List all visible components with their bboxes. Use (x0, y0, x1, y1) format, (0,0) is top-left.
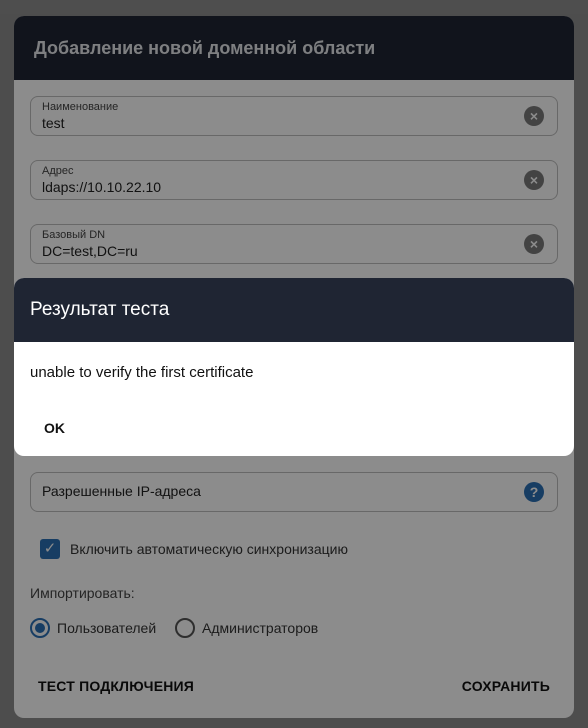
test-result-dialog: Результат теста unable to verify the fir… (14, 278, 574, 456)
test-result-message: unable to verify the first certificate (30, 364, 254, 381)
ok-button[interactable]: OK (44, 420, 65, 436)
test-result-title: Результат теста (14, 278, 574, 342)
